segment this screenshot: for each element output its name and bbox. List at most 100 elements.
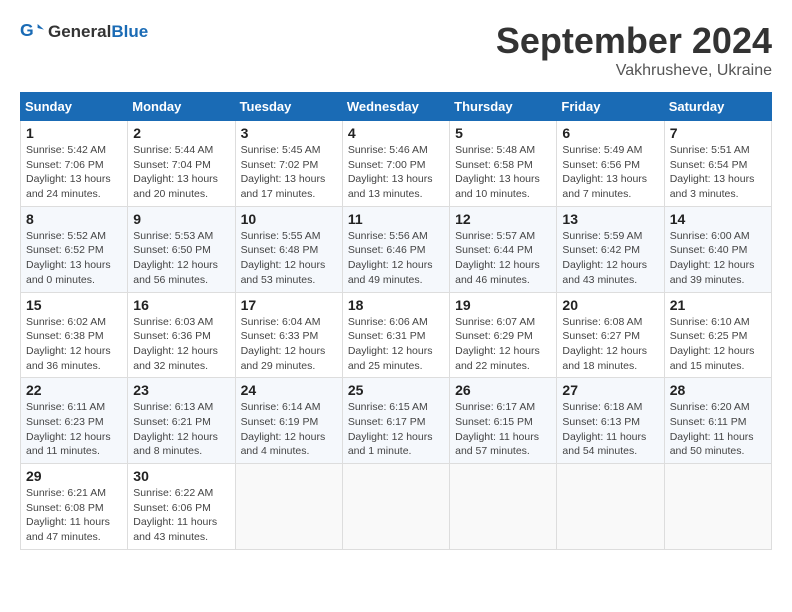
day-info: Sunrise: 6:21 AMSunset: 6:08 PMDaylight:…: [26, 486, 122, 545]
day-number: 23: [133, 382, 229, 398]
day-info: Sunrise: 5:56 AMSunset: 6:46 PMDaylight:…: [348, 229, 444, 288]
day-info: Sunrise: 6:02 AMSunset: 6:38 PMDaylight:…: [26, 315, 122, 374]
calendar-cell: 19 Sunrise: 6:07 AMSunset: 6:29 PMDayligh…: [450, 292, 557, 378]
day-number: 20: [562, 297, 658, 313]
calendar-cell: 24Sunrise: 6:14 AMSunset: 6:19 PMDayligh…: [235, 378, 342, 464]
day-number: 8: [26, 211, 122, 227]
day-number: 25: [348, 382, 444, 398]
day-info: Sunrise: 6:11 AMSunset: 6:23 PMDaylight:…: [26, 400, 122, 459]
calendar-cell: 5 Sunrise: 5:48 AMSunset: 6:58 PMDaylight…: [450, 121, 557, 207]
day-number: 30: [133, 468, 229, 484]
day-info: Sunrise: 5:53 AMSunset: 6:50 PMDaylight:…: [133, 229, 229, 288]
calendar-cell: 20 Sunrise: 6:08 AMSunset: 6:27 PMDayligh…: [557, 292, 664, 378]
day-number: 6: [562, 125, 658, 141]
day-number: 29: [26, 468, 122, 484]
month-title: September 2024: [496, 20, 772, 62]
day-number: 4: [348, 125, 444, 141]
day-info: Sunrise: 5:42 AMSunset: 7:06 PMDaylight:…: [26, 143, 122, 202]
calendar-cell: 12 Sunrise: 5:57 AMSunset: 6:44 PMDayligh…: [450, 206, 557, 292]
day-header-saturday: Saturday: [664, 93, 771, 121]
day-info: Sunrise: 5:59 AMSunset: 6:42 PMDaylight:…: [562, 229, 658, 288]
week-row-2: 8 Sunrise: 5:52 AMSunset: 6:52 PMDaylight…: [21, 206, 772, 292]
day-number: 19: [455, 297, 551, 313]
day-info: Sunrise: 5:48 AMSunset: 6:58 PMDaylight:…: [455, 143, 551, 202]
day-number: 24: [241, 382, 337, 398]
day-header-wednesday: Wednesday: [342, 93, 449, 121]
day-info: Sunrise: 5:51 AMSunset: 6:54 PMDaylight:…: [670, 143, 766, 202]
day-number: 13: [562, 211, 658, 227]
calendar-cell: 17 Sunrise: 6:04 AMSunset: 6:33 PMDayligh…: [235, 292, 342, 378]
calendar-cell: 9Sunrise: 5:53 AMSunset: 6:50 PMDaylight…: [128, 206, 235, 292]
week-row-4: 22 Sunrise: 6:11 AMSunset: 6:23 PMDayligh…: [21, 378, 772, 464]
day-info: Sunrise: 6:04 AMSunset: 6:33 PMDaylight:…: [241, 315, 337, 374]
day-number: 3: [241, 125, 337, 141]
day-number: 14: [670, 211, 766, 227]
day-number: 22: [26, 382, 122, 398]
calendar-cell: 27 Sunrise: 6:18 AMSunset: 6:13 PMDayligh…: [557, 378, 664, 464]
calendar-cell: 14 Sunrise: 6:00 AMSunset: 6:40 PMDayligh…: [664, 206, 771, 292]
day-number: 17: [241, 297, 337, 313]
day-number: 11: [348, 211, 444, 227]
day-header-tuesday: Tuesday: [235, 93, 342, 121]
day-info: Sunrise: 6:10 AMSunset: 6:25 PMDaylight:…: [670, 315, 766, 374]
calendar-cell: 10Sunrise: 5:55 AMSunset: 6:48 PMDayligh…: [235, 206, 342, 292]
day-info: Sunrise: 6:15 AMSunset: 6:17 PMDaylight:…: [348, 400, 444, 459]
calendar-cell: 4 Sunrise: 5:46 AMSunset: 7:00 PMDaylight…: [342, 121, 449, 207]
day-info: Sunrise: 6:17 AMSunset: 6:15 PMDaylight:…: [455, 400, 551, 459]
calendar-cell: [342, 464, 449, 550]
calendar-cell: 16 Sunrise: 6:03 AMSunset: 6:36 PMDayligh…: [128, 292, 235, 378]
calendar-cell: 29 Sunrise: 6:21 AMSunset: 6:08 PMDayligh…: [21, 464, 128, 550]
calendar-cell: 11 Sunrise: 5:56 AMSunset: 6:46 PMDayligh…: [342, 206, 449, 292]
title-area: September 2024 Vakhrusheve, Ukraine: [496, 20, 772, 80]
calendar-cell: 8 Sunrise: 5:52 AMSunset: 6:52 PMDaylight…: [21, 206, 128, 292]
page-header: G GeneralBlue September 2024 Vakhrusheve…: [20, 20, 772, 80]
calendar-table: SundayMondayTuesdayWednesdayThursdayFrid…: [20, 92, 772, 550]
day-info: Sunrise: 5:57 AMSunset: 6:44 PMDaylight:…: [455, 229, 551, 288]
calendar-cell: 6Sunrise: 5:49 AMSunset: 6:56 PMDaylight…: [557, 121, 664, 207]
logo: G GeneralBlue: [20, 20, 148, 44]
week-row-3: 15Sunrise: 6:02 AMSunset: 6:38 PMDayligh…: [21, 292, 772, 378]
day-header-sunday: Sunday: [21, 93, 128, 121]
day-info: Sunrise: 6:07 AMSunset: 6:29 PMDaylight:…: [455, 315, 551, 374]
calendar-cell: 28 Sunrise: 6:20 AMSunset: 6:11 PMDayligh…: [664, 378, 771, 464]
day-number: 27: [562, 382, 658, 398]
day-info: Sunrise: 6:13 AMSunset: 6:21 PMDaylight:…: [133, 400, 229, 459]
day-info: Sunrise: 5:52 AMSunset: 6:52 PMDaylight:…: [26, 229, 122, 288]
calendar-cell: 26 Sunrise: 6:17 AMSunset: 6:15 PMDayligh…: [450, 378, 557, 464]
day-info: Sunrise: 6:20 AMSunset: 6:11 PMDaylight:…: [670, 400, 766, 459]
calendar-cell: 21 Sunrise: 6:10 AMSunset: 6:25 PMDayligh…: [664, 292, 771, 378]
day-info: Sunrise: 5:46 AMSunset: 7:00 PMDaylight:…: [348, 143, 444, 202]
day-number: 28: [670, 382, 766, 398]
day-header-friday: Friday: [557, 93, 664, 121]
day-info: Sunrise: 6:22 AMSunset: 6:06 PMDaylight:…: [133, 486, 229, 545]
calendar-cell: 30 Sunrise: 6:22 AMSunset: 6:06 PMDayligh…: [128, 464, 235, 550]
day-info: Sunrise: 5:44 AMSunset: 7:04 PMDaylight:…: [133, 143, 229, 202]
calendar-cell: 15Sunrise: 6:02 AMSunset: 6:38 PMDayligh…: [21, 292, 128, 378]
day-info: Sunrise: 5:55 AMSunset: 6:48 PMDaylight:…: [241, 229, 337, 288]
day-info: Sunrise: 6:00 AMSunset: 6:40 PMDaylight:…: [670, 229, 766, 288]
day-number: 5: [455, 125, 551, 141]
calendar-cell: 3 Sunrise: 5:45 AMSunset: 7:02 PMDaylight…: [235, 121, 342, 207]
calendar-cell: 7 Sunrise: 5:51 AMSunset: 6:54 PMDaylight…: [664, 121, 771, 207]
day-number: 7: [670, 125, 766, 141]
day-number: 16: [133, 297, 229, 313]
calendar-cell: 22 Sunrise: 6:11 AMSunset: 6:23 PMDayligh…: [21, 378, 128, 464]
day-info: Sunrise: 6:06 AMSunset: 6:31 PMDaylight:…: [348, 315, 444, 374]
day-info: Sunrise: 6:08 AMSunset: 6:27 PMDaylight:…: [562, 315, 658, 374]
day-number: 26: [455, 382, 551, 398]
logo-icon: G: [20, 20, 44, 44]
day-number: 1: [26, 125, 122, 141]
day-info: Sunrise: 6:03 AMSunset: 6:36 PMDaylight:…: [133, 315, 229, 374]
day-number: 12: [455, 211, 551, 227]
svg-text:G: G: [20, 20, 34, 40]
day-info: Sunrise: 6:18 AMSunset: 6:13 PMDaylight:…: [562, 400, 658, 459]
calendar-cell: 1 Sunrise: 5:42 AMSunset: 7:06 PMDaylight…: [21, 121, 128, 207]
day-header-thursday: Thursday: [450, 93, 557, 121]
day-number: 21: [670, 297, 766, 313]
days-header-row: SundayMondayTuesdayWednesdayThursdayFrid…: [21, 93, 772, 121]
week-row-1: 1 Sunrise: 5:42 AMSunset: 7:06 PMDaylight…: [21, 121, 772, 207]
logo-general: GeneralBlue: [48, 22, 148, 42]
day-info: Sunrise: 5:45 AMSunset: 7:02 PMDaylight:…: [241, 143, 337, 202]
calendar-cell: [235, 464, 342, 550]
calendar-cell: [450, 464, 557, 550]
